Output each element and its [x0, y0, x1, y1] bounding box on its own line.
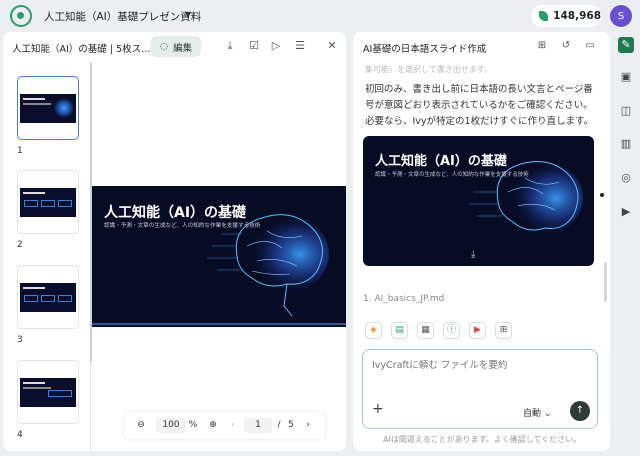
- assistant-message: 初回のみ、書き出し前に日本語の長い文言とページ番号が意図どおり表示されているかを…: [365, 84, 594, 127]
- zoom-value[interactable]: 100: [156, 418, 186, 433]
- image-icon[interactable]: ▣: [618, 69, 634, 85]
- thumbnail-number: 1: [17, 146, 23, 156]
- prev-page-icon[interactable]: ‹: [228, 418, 238, 433]
- thumbnail-slide-3[interactable]: [17, 265, 79, 329]
- play-icon[interactable]: ▷: [269, 39, 283, 53]
- download-icon[interactable]: ⤓: [471, 249, 475, 260]
- history-icon[interactable]: ↺: [559, 39, 573, 53]
- right-rail: ✎ ▣ ◫ ▥ ◎ ▶: [612, 32, 640, 456]
- slide-title: 人工知能（AI）の基礎: [104, 205, 247, 221]
- thumbnail-image: [20, 378, 76, 407]
- page-current[interactable]: 1: [244, 418, 272, 433]
- info-icon[interactable]: ⓘ: [443, 322, 460, 339]
- thumbnail-list[interactable]: 1 2 3 4: [3, 62, 91, 451]
- grid-icon[interactable]: ⊞: [495, 322, 512, 339]
- credits-badge[interactable]: 148,968: [531, 5, 601, 27]
- next-page-icon[interactable]: ›: [303, 418, 313, 433]
- menu-icon[interactable]: ☰: [293, 39, 307, 53]
- video-icon[interactable]: ▶: [469, 322, 486, 339]
- chat-icon[interactable]: ✎: [618, 37, 634, 53]
- avatar[interactable]: S: [610, 5, 632, 27]
- mode-label: 自動: [523, 409, 542, 419]
- slide-preview-card[interactable]: 人工知能（AI）の基礎 認識・予測・文章の生成など、人の知的な作業を支援する技術…: [363, 136, 594, 266]
- close-icon[interactable]: ✕: [325, 39, 339, 53]
- chat-scrollbar[interactable]: [604, 262, 607, 302]
- editor-panel: 人工知能（AI）の基礎 | 5枚ス… ◌ 編集 ⤓ ☑ ▷ ☰ ✕ 1 2 3 …: [3, 32, 346, 451]
- slide-canvas[interactable]: 人工知能（AI）の基礎 認識・予測・文章の生成など、人の知的な作業を支援する技術: [92, 62, 346, 451]
- send-button[interactable]: ↑: [570, 401, 590, 421]
- thumbnail-image: [20, 94, 76, 123]
- chat-input[interactable]: [372, 360, 572, 371]
- card-subtitle: 認識・予測・文章の生成など、人の知的な作業を支援する技術: [375, 172, 529, 178]
- thumbnail-number: 3: [17, 335, 23, 345]
- layers-icon[interactable]: ◈: [365, 322, 382, 339]
- new-chat-icon[interactable]: ⊞: [535, 39, 549, 53]
- edit-button[interactable]: ◌ 編集: [151, 36, 201, 57]
- slide-subtitle: 認識・予測・文章の生成など、人の知的な作業を支援する技術: [104, 223, 261, 229]
- thumbnail-number: 2: [17, 240, 23, 250]
- thumbnail-slide-1[interactable]: [17, 76, 79, 140]
- page-separator: /: [277, 420, 281, 430]
- page-total: 5: [288, 420, 294, 430]
- thumbnail-image: [20, 283, 76, 312]
- mode-selector[interactable]: 自動 ⌄: [523, 406, 551, 419]
- thumbnail-slide-2[interactable]: [17, 170, 79, 234]
- chevron-down-icon[interactable]: ▼: [185, 10, 191, 19]
- document-title[interactable]: 人工知能（AI）基礎プレゼン資料: [44, 9, 201, 24]
- resize-handle[interactable]: [600, 193, 604, 197]
- archive-icon[interactable]: ▭: [583, 39, 597, 53]
- chat-bubble-icon: ◌: [159, 41, 169, 52]
- checkbox-icon[interactable]: ☑: [247, 39, 261, 53]
- top-bar: 人工知能（AI）基礎プレゼン資料 ▼ 148,968 S: [0, 0, 640, 32]
- document-icon[interactable]: ▦: [417, 322, 434, 339]
- editor-title: 人工知能（AI）の基礎 | 5枚ス…: [12, 44, 151, 55]
- zoom-pager-bar: ⊖ 100 % ⊕ ‹ 1 / 5 ›: [124, 412, 325, 439]
- book-icon[interactable]: ▥: [618, 136, 634, 152]
- zoom-out-icon[interactable]: ⊖: [134, 418, 148, 433]
- video-icon[interactable]: ▶: [618, 204, 634, 220]
- faded-message: 集可能）を選択して書き出せます。: [365, 65, 492, 74]
- edit-button-label: 編集: [173, 42, 193, 54]
- chat-title: AI基礎の日本語スライド作成: [363, 44, 487, 55]
- zoom-in-icon[interactable]: ⊕: [206, 418, 220, 433]
- chat-panel: AI基礎の日本語スライド作成 ⊞ ↺ ▭ 集可能）を選択して書き出せます。 初回…: [353, 32, 610, 451]
- slide-preview[interactable]: 人工知能（AI）の基礎 認識・予測・文章の生成など、人の知的な作業を支援する技術: [92, 186, 346, 327]
- thumbnail-slide-4[interactable]: [17, 360, 79, 424]
- plus-icon[interactable]: +: [372, 401, 384, 417]
- chat-input-box[interactable]: + 自動 ⌄ ↑: [362, 349, 598, 429]
- thumbnail-image: [20, 188, 76, 217]
- credits-value: 148,968: [553, 10, 601, 22]
- leaf-icon: [539, 11, 549, 21]
- zoom-unit: %: [188, 420, 198, 430]
- card-title: 人工知能（AI）の基礎: [375, 154, 507, 169]
- download-icon[interactable]: ⤓: [223, 39, 237, 53]
- app-logo-icon[interactable]: [10, 5, 32, 27]
- compass-icon[interactable]: ◎: [618, 170, 634, 186]
- attachment-link[interactable]: 1. AI_basics_JP.md: [363, 294, 444, 304]
- editor-header: 人工知能（AI）の基礎 | 5枚ス… ◌ 編集 ⤓ ☑ ▷ ☰ ✕: [3, 32, 346, 60]
- disclaimer: AIは間違えることがあります。よく確認してください。: [383, 435, 582, 444]
- presentation-icon[interactable]: ◫: [618, 103, 634, 119]
- slides-icon[interactable]: ▤: [391, 322, 408, 339]
- thumbnail-number: 4: [17, 430, 23, 440]
